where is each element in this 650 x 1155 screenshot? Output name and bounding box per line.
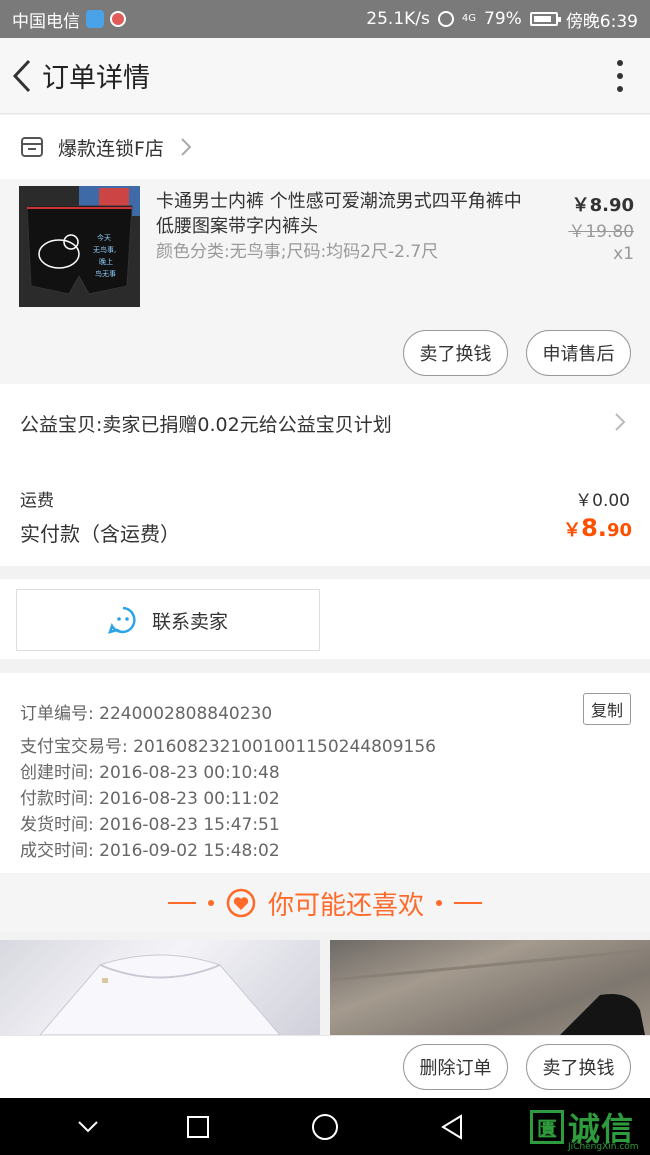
carrier-label: 中国电信: [12, 11, 80, 32]
status-bar: 中国电信 25.1K/s 4G 79% 傍晚6:39: [0, 0, 650, 38]
thumb-text-2: 无鸟事,: [93, 245, 116, 254]
watermark-box: 匱: [530, 1110, 564, 1144]
chat-bubble-icon: [108, 606, 136, 634]
header: 订单详情: [0, 38, 650, 114]
more-menu-icon[interactable]: [616, 60, 624, 92]
product-item[interactable]: 今天 无鸟事, 晚上 鸟无事 卡通男士内裤 个性感可爱潮流男式四平角裤中低腰图案…: [0, 179, 650, 384]
chevron-right-icon: [181, 138, 192, 156]
copy-button[interactable]: 复制: [583, 693, 631, 725]
shop-icon: [21, 137, 43, 157]
shipping-value: ￥0.00: [575, 491, 630, 511]
charity-row[interactable]: 公益宝贝:卖家已捐赠0.02元给公益宝贝计划: [0, 384, 650, 462]
bottom-action-bar: 删除订单 卖了换钱: [0, 1035, 650, 1098]
product-price: ￥8.90: [571, 195, 634, 216]
shop-row[interactable]: 爆款连锁F店: [0, 115, 650, 179]
product-original-price: ￥19.80: [568, 222, 634, 242]
watermark-subtext: JiChengXin.com: [568, 1142, 639, 1152]
decor-line-left: [167, 902, 196, 904]
recent-apps-icon[interactable]: [181, 1110, 215, 1144]
shipping-label: 运费: [20, 491, 54, 511]
sell-for-cash-button-bottom[interactable]: 卖了换钱: [526, 1044, 631, 1090]
app-notification-icon-2: [110, 11, 126, 27]
paid-time: 付款时间: 2016-08-23 00:11:02: [20, 789, 280, 809]
shop-name: 爆款连锁F店: [58, 137, 164, 160]
order-info: 订单编号: 2240002808840230 复制 支付宝交易号: 201608…: [0, 673, 650, 873]
paid-label: 实付款（含运费）: [20, 522, 180, 546]
product-title: 卡通男士内裤 个性感可爱潮流男式四平角裤中低腰图案带字内裤头: [156, 191, 522, 237]
decor-line-right: [454, 902, 482, 904]
recommended-product-image[interactable]: [330, 940, 650, 1035]
contact-seller-button[interactable]: 联系卖家: [16, 589, 320, 651]
decor-dot-left: [207, 900, 214, 906]
contact-area: 联系卖家: [0, 579, 650, 659]
product-quantity: x1: [613, 244, 634, 264]
paid-currency: ￥: [563, 520, 582, 541]
paid-integer: 8.: [581, 514, 607, 542]
thumb-text-1: 今天: [97, 233, 111, 242]
back-triangle-icon[interactable]: [435, 1110, 469, 1144]
shipped-time: 发货时间: 2016-08-23 15:47:51: [20, 815, 280, 835]
page-title: 订单详情: [42, 63, 150, 94]
collapse-chevron-icon[interactable]: [71, 1110, 105, 1144]
chevron-right-icon: [615, 413, 626, 431]
battery-icon: [529, 12, 561, 26]
paid-decimal: 90: [606, 520, 632, 541]
alipay-trade-number: 支付宝交易号: 2016082321001001150244809156: [20, 737, 436, 757]
fee-summary: 运费 ￥0.00 实付款（含运费） ￥8.90: [0, 462, 650, 566]
contact-seller-label: 联系卖家: [151, 610, 228, 633]
product-sku: 颜色分类:无鸟事;尺码:均码2尺-2.7尺: [156, 242, 439, 262]
home-icon[interactable]: [308, 1110, 342, 1144]
paid-value: ￥8.90: [563, 514, 632, 542]
created-time: 创建时间: 2016-08-23 00:10:48: [20, 763, 280, 783]
completed-time: 成交时间: 2016-09-02 15:48:02: [20, 841, 280, 861]
product-thumbnail[interactable]: 今天 无鸟事, 晚上 鸟无事: [19, 186, 140, 307]
thumb-text-3: 晚上: [99, 257, 113, 266]
back-arrow-icon[interactable]: [2, 38, 42, 114]
heart-icon: [226, 888, 256, 918]
watermark-logo: 匱 诚信 JiChengXin.com: [530, 1102, 648, 1152]
recommend-title: 你可能还喜欢: [267, 890, 424, 921]
signal-icon: 4G: [461, 13, 477, 24]
network-speed: 25.1K/s: [366, 9, 430, 29]
order-number: 订单编号: 2240002808840230: [20, 704, 273, 724]
recommended-product-image[interactable]: [0, 940, 320, 1035]
after-sale-button[interactable]: 申请售后: [526, 330, 631, 376]
app-notification-icon: [86, 10, 104, 28]
thumb-text-4: 鸟无事: [95, 269, 116, 278]
battery-percent: 79%: [484, 9, 522, 29]
recommend-banner: 你可能还喜欢: [0, 874, 650, 932]
sell-for-cash-button[interactable]: 卖了换钱: [403, 330, 508, 376]
charity-text: 公益宝贝:卖家已捐赠0.02元给公益宝贝计划: [20, 413, 392, 436]
decor-dot-right: [436, 900, 442, 906]
alarm-icon: [437, 11, 454, 27]
clock-time: 傍晚6:39: [565, 11, 638, 32]
delete-order-button[interactable]: 删除订单: [403, 1044, 508, 1090]
